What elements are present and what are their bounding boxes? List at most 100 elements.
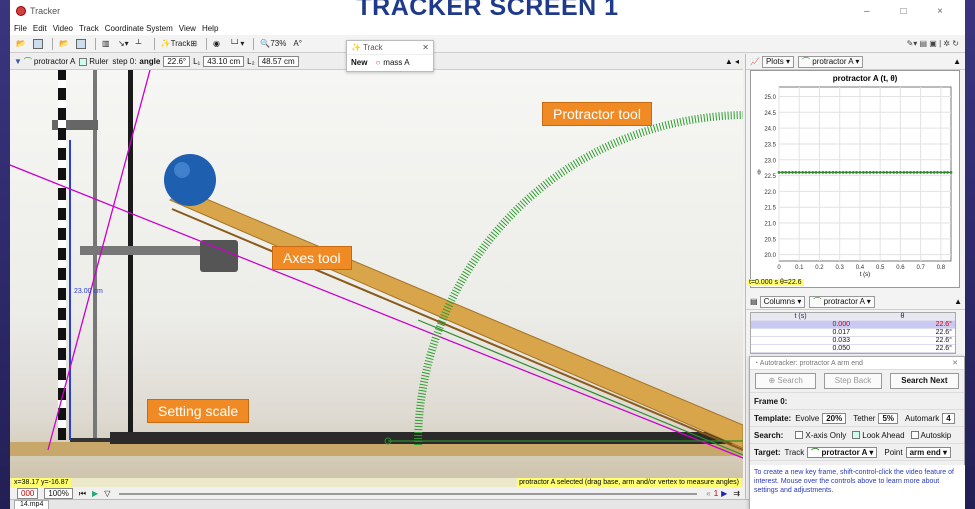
data-point	[781, 171, 784, 174]
rate-field[interactable]: 100%	[44, 488, 73, 499]
new-track-button[interactable]: New	[351, 58, 367, 67]
data-point	[882, 171, 886, 174]
target-track-label: Track	[784, 447, 805, 457]
menu-view[interactable]: View	[179, 24, 196, 33]
file-tab[interactable]: 14.mp4	[14, 500, 50, 509]
track-button[interactable]: ✨ Track ⊞	[159, 37, 199, 50]
mass-a-item[interactable]: mass A	[383, 58, 409, 67]
look-ahead-checkbox[interactable]	[852, 431, 861, 439]
target-track-selector[interactable]: ⌒ protractor A ▾	[807, 446, 878, 458]
blue-ball	[164, 154, 216, 206]
track-popup-icon: ✨	[351, 43, 361, 52]
floor-ruler	[10, 442, 743, 456]
data-point	[861, 171, 865, 174]
table-row[interactable]: 0.000 22.6°	[751, 321, 955, 329]
table-row[interactable]: 0.050 22.6°	[751, 345, 955, 353]
data-point	[868, 171, 872, 174]
tether-spinner[interactable]: 5%	[878, 412, 899, 424]
search-next-button[interactable]: Search Next	[890, 373, 959, 389]
data-point	[797, 171, 801, 174]
menu-video[interactable]: Video	[53, 24, 73, 33]
data-table[interactable]: t (s) θ 0.000 22.6° 0.017 22.6° 0.033 22.6°…	[750, 312, 956, 354]
playback-slider[interactable]	[119, 492, 698, 495]
track-name[interactable]: protractor A	[34, 57, 75, 66]
close-icon[interactable]: ✕	[422, 43, 429, 52]
column-header-theta[interactable]: θ	[853, 313, 955, 320]
slide-left-edge	[0, 0, 10, 509]
xaxis-only-checkbox[interactable]	[795, 431, 804, 439]
angle-plot: protractor A (t, θ) 20.0 20.5 21.0 21.5 22.0 2…	[757, 74, 953, 278]
plot-view-icon: 📈	[750, 57, 760, 66]
visibility-icon[interactable]: ◉	[211, 37, 224, 50]
axes-icon[interactable]: ┴	[134, 37, 147, 50]
template-row: Template: Evolve 20% Tether 5% Automark …	[750, 410, 964, 427]
clamp-lower	[80, 246, 210, 255]
save-icon[interactable]	[31, 37, 45, 50]
table-track-selector[interactable]: ⌒ protractor A ▾	[809, 295, 875, 308]
open-folder-icon[interactable]: 📂	[14, 37, 28, 50]
column-header-t[interactable]: t (s)	[751, 313, 853, 320]
search-button[interactable]: ⊕ Search	[755, 373, 816, 389]
close-icon[interactable]: ✕	[952, 357, 958, 370]
zoom-level: 73%	[270, 39, 287, 48]
step-count[interactable]: 1	[714, 489, 718, 498]
step-back-button[interactable]: Step Back	[823, 373, 883, 389]
track-menu-icon[interactable]: ▼	[14, 57, 22, 66]
menu-help[interactable]: Help	[202, 24, 218, 33]
point-selector[interactable]: arm end ▾	[905, 446, 951, 458]
step-forward-icon[interactable]: ▶	[721, 489, 727, 498]
autoskip-checkbox[interactable]	[910, 431, 919, 439]
plot-frame	[778, 86, 952, 262]
open-video-icon[interactable]: 📂	[57, 37, 71, 50]
angle-field[interactable]: 22.6°	[163, 56, 191, 67]
collapse-icon[interactable]: ▲ ◂	[725, 57, 739, 66]
target-row: Target: Track ⌒ protractor A ▾ Point arm…	[750, 444, 964, 461]
menu-coordinate-system[interactable]: Coordinate System	[105, 24, 173, 33]
data-point	[875, 171, 879, 174]
evolve-spinner[interactable]: 20%	[822, 412, 847, 424]
x-tick-label: 0.6	[896, 265, 905, 271]
video-settings-icon[interactable]	[74, 37, 88, 50]
target-protractor-icon: ⌒	[811, 447, 820, 457]
cell-theta: 22.6°	[935, 337, 952, 344]
plot-track-selector[interactable]: ⌒ protractor A ▾	[798, 55, 864, 68]
automark-label: Automark	[905, 413, 940, 423]
loop-icon[interactable]: ⇉	[733, 489, 740, 498]
l1-field[interactable]: 43.10 cm	[203, 56, 245, 67]
toolbar-right-icons[interactable]: ✎▾ ▤ ▣ | ✲ ↻	[907, 39, 959, 48]
zoom-button[interactable]: 🔍 73%	[258, 37, 288, 50]
plot-collapse-icon[interactable]: ▲	[953, 57, 961, 66]
automark-spinner[interactable]: 4	[942, 412, 955, 424]
menu-track[interactable]: Track	[79, 24, 99, 33]
table-row[interactable]: 0.017 22.6°	[751, 329, 955, 337]
clip-settings-icon[interactable]: ▥	[100, 37, 113, 50]
data-point	[784, 171, 788, 174]
y-tick-label: 20.5	[764, 237, 776, 243]
menu-edit[interactable]: Edit	[33, 24, 47, 33]
ruler-checkbox[interactable]	[79, 57, 88, 66]
columns-button[interactable]: Columns ▾	[759, 295, 806, 308]
data-point	[848, 171, 852, 174]
toolbar-divider	[253, 37, 255, 50]
frame-counter[interactable]: 000	[17, 488, 39, 499]
reset-icon[interactable]: ⏮	[79, 489, 86, 499]
table-row[interactable]: 0.033 22.6°	[751, 337, 955, 345]
x-tick-label: 0.5	[876, 265, 885, 271]
track-popup[interactable]: ✨ Track ✕ New ○ mass A	[346, 40, 434, 72]
inclined-plane	[168, 189, 743, 449]
table-collapse-icon[interactable]: ▲	[954, 297, 962, 306]
trails-icon[interactable]: └┘▾	[227, 37, 246, 50]
video-view[interactable]: 23.00 cm Protractor tool Axes tool Setti…	[10, 70, 743, 478]
tracker-window: Tracker – □ × File Edit Video Track Coor…	[10, 0, 965, 509]
font-size-button[interactable]: A°	[291, 37, 304, 50]
play-icon[interactable]: ▶	[92, 489, 98, 498]
data-point	[838, 171, 842, 174]
callout-protractor: Protractor tool	[542, 102, 652, 126]
plot-area[interactable]: protractor A (t, θ) 20.0 20.5 21.0 21.5 22.0 2…	[750, 70, 960, 288]
step-back-icon[interactable]: «	[706, 489, 710, 498]
plots-button[interactable]: Plots ▾	[761, 55, 795, 68]
calibration-icon[interactable]: ↘▾	[116, 37, 131, 50]
l2-field[interactable]: 48.57 cm	[257, 56, 299, 67]
slider-thumb-icon[interactable]: ▽	[104, 489, 110, 498]
menu-file[interactable]: File	[14, 24, 27, 33]
